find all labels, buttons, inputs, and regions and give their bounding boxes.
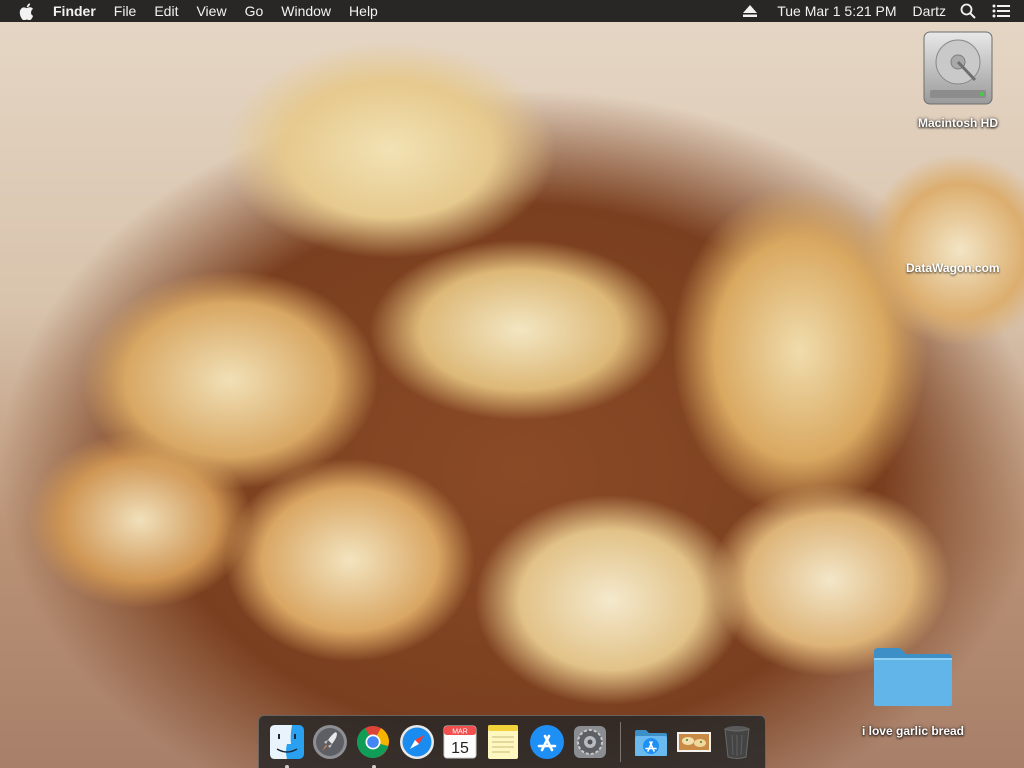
- dock-separator: [619, 722, 621, 762]
- menu-edit[interactable]: Edit: [154, 0, 178, 22]
- dock-app-store[interactable]: [528, 723, 565, 761]
- menu-bar-user[interactable]: Dartz: [913, 3, 946, 19]
- macintosh-hd-desktop-icon[interactable]: Macintosh HD: [910, 30, 1006, 130]
- dock-launchpad[interactable]: [311, 723, 348, 761]
- image-thumbnail-icon: [676, 732, 711, 752]
- spotlight-search-icon[interactable]: [960, 3, 976, 19]
- finder-icon: [269, 725, 304, 759]
- menu-finder[interactable]: Finder: [53, 0, 96, 22]
- app-store-icon: [529, 725, 564, 759]
- menu-view[interactable]: View: [196, 0, 226, 22]
- menu-go[interactable]: Go: [245, 0, 264, 22]
- menu-help[interactable]: Help: [349, 0, 378, 22]
- menu-file[interactable]: File: [114, 0, 137, 22]
- system-preferences-icon: [574, 726, 607, 758]
- dock-calendar[interactable]: MAR 15: [441, 723, 478, 761]
- garlic-bread-folder[interactable]: i love garlic bread: [852, 644, 974, 738]
- notes-icon: [488, 725, 519, 759]
- eject-icon[interactable]: [743, 5, 758, 17]
- dock-finder[interactable]: [268, 723, 305, 768]
- wallpaper-watermark: DataWagon.com: [906, 261, 1000, 275]
- menu-window[interactable]: Window: [281, 0, 331, 22]
- hard-drive-icon: [920, 30, 996, 110]
- dock-system-preferences[interactable]: [572, 723, 609, 761]
- launchpad-icon: [313, 725, 348, 759]
- apple-icon[interactable]: [19, 2, 37, 20]
- dock-image-file[interactable]: [675, 723, 712, 761]
- menu-bar-clock[interactable]: Tue Mar 1 5:21 PM: [777, 3, 896, 19]
- dock: MAR 15: [258, 715, 766, 768]
- dock-chrome[interactable]: [355, 723, 392, 768]
- macintosh-hd-label: Macintosh HD: [917, 116, 998, 130]
- calendar-month: MAR: [452, 729, 468, 736]
- calendar-day: 15: [451, 740, 469, 757]
- chrome-icon: [357, 726, 390, 759]
- trash-icon: [724, 726, 750, 759]
- menu-bar-right: Tue Mar 1 5:21 PM Dartz: [743, 0, 1024, 22]
- dock-applications-folder[interactable]: [632, 723, 669, 761]
- safari-icon: [399, 725, 434, 759]
- dock-safari[interactable]: [398, 723, 435, 761]
- menu-bar: Finder File Edit View Go Window Help Tue…: [0, 0, 1024, 22]
- notification-center-icon[interactable]: [992, 4, 1010, 18]
- folder-label: i love garlic bread: [861, 724, 965, 738]
- dock-notes[interactable]: [485, 723, 522, 761]
- applications-folder-icon: [634, 730, 667, 756]
- menu-bar-left: Finder File Edit View Go Window Help: [0, 0, 396, 22]
- dock-trash[interactable]: [719, 723, 756, 761]
- calendar-icon: MAR 15: [443, 725, 477, 759]
- folder-icon: [872, 644, 954, 708]
